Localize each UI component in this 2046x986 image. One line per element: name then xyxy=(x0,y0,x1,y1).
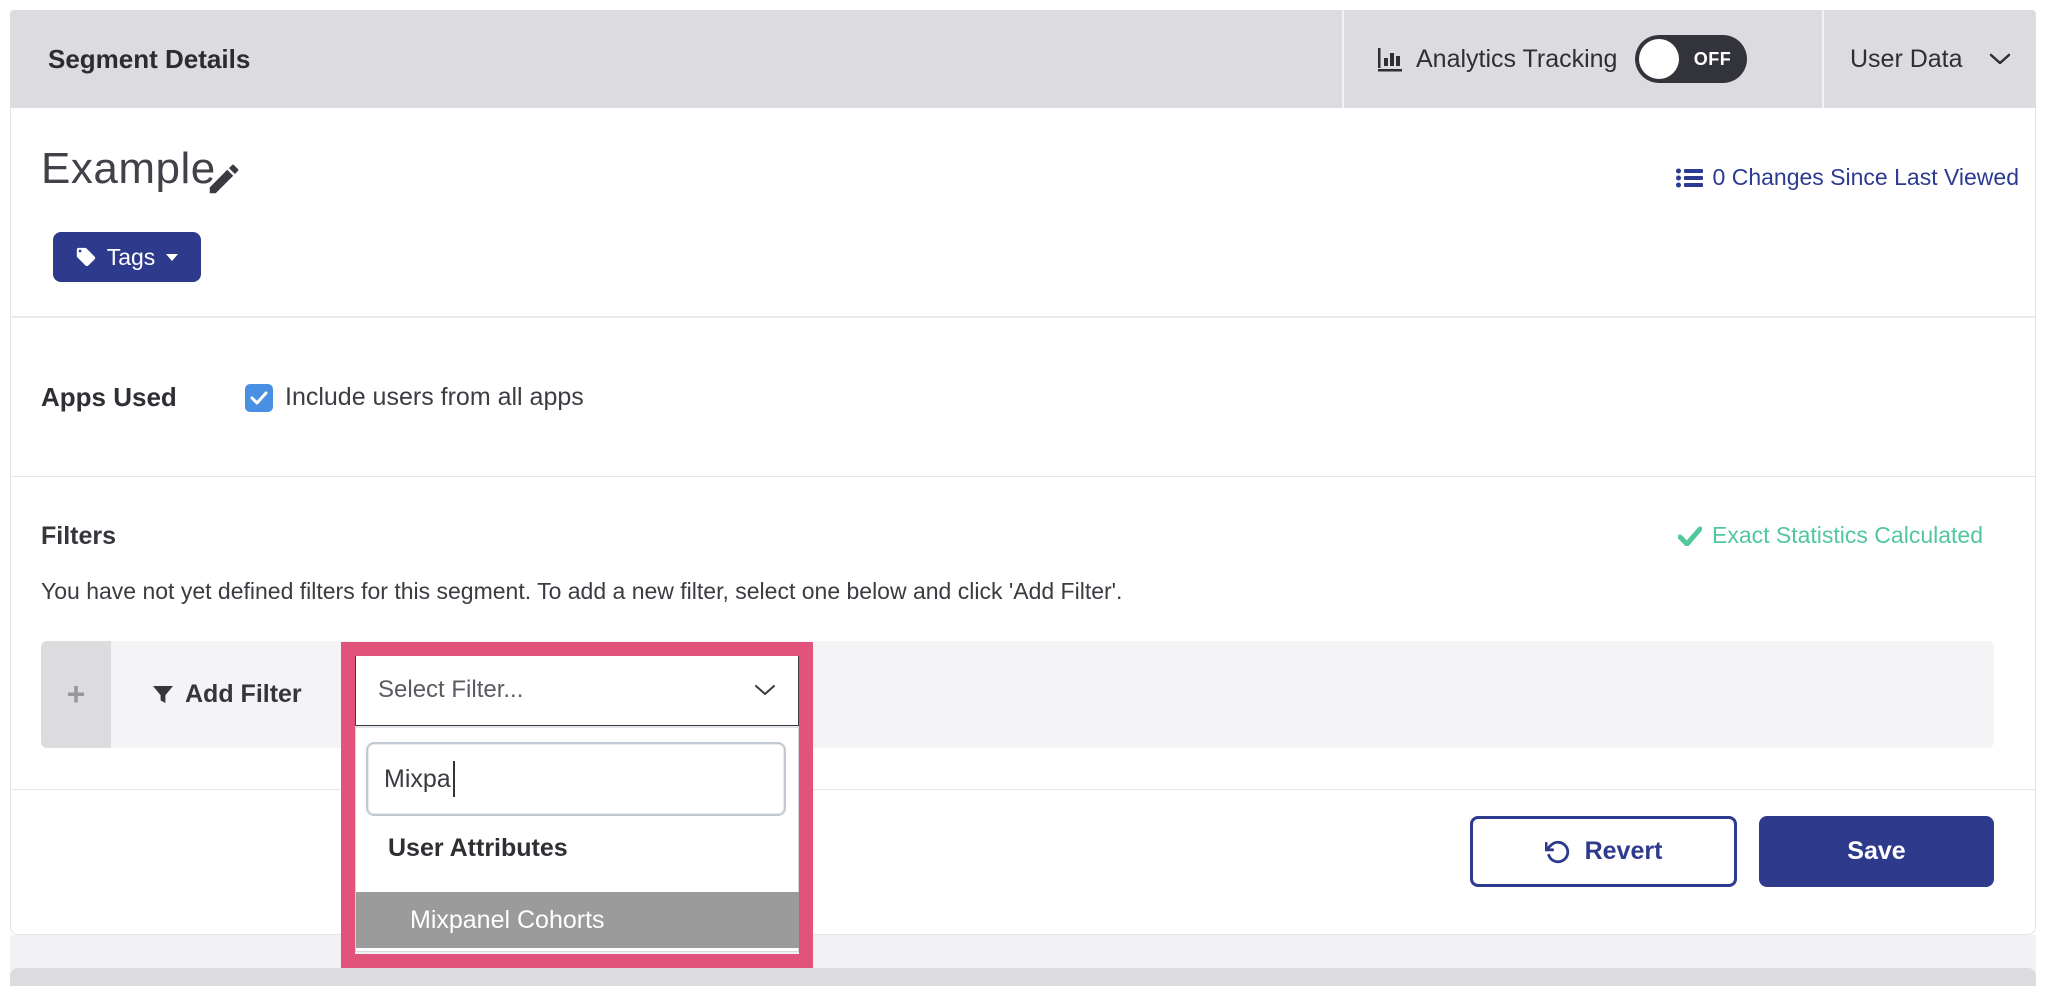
rotate-ccw-icon xyxy=(1545,839,1571,865)
checkmark-icon xyxy=(1678,526,1702,546)
page-title: Segment Details xyxy=(48,10,250,108)
dropdown-option-label: Mixpanel Cohorts xyxy=(410,906,605,935)
revert-button-label: Revert xyxy=(1585,837,1663,866)
chevron-down-icon xyxy=(754,683,776,697)
add-filter-label: Add Filter xyxy=(185,680,302,709)
select-filter-value: Select Filter... xyxy=(378,676,754,704)
tags-button[interactable]: Tags xyxy=(53,232,201,282)
exact-statistics-label: Exact Statistics Calculated xyxy=(1712,522,1983,549)
toggle-state-label: OFF xyxy=(1685,35,1739,83)
funnel-icon xyxy=(151,683,175,707)
header-bar: Segment Details Analytics Tracking OFF U… xyxy=(10,10,2036,108)
filters-empty-message: You have not yet defined filters for thi… xyxy=(41,578,1122,605)
filter-dropdown-panel: Mixpa User Attributes Mixpanel Cohorts xyxy=(355,726,799,952)
changes-link-label: 0 Changes Since Last Viewed xyxy=(1713,164,2019,191)
user-data-dropdown[interactable]: User Data xyxy=(1850,10,2011,108)
select-filter-dropdown[interactable]: Select Filter... xyxy=(355,654,799,726)
bar-chart-icon xyxy=(1374,44,1404,74)
segment-details-card: Example 0 Changes Since Last Viewed xyxy=(10,108,2036,935)
filter-search-input[interactable]: Mixpa xyxy=(366,742,786,816)
analytics-tracking-label: Analytics Tracking xyxy=(1416,45,1617,74)
chevron-down-icon xyxy=(1989,52,2011,66)
apps-used-label: Apps Used xyxy=(41,382,245,413)
segment-name: Example xyxy=(41,144,216,194)
exact-statistics-badge: Exact Statistics Calculated xyxy=(1678,522,1983,549)
user-data-label: User Data xyxy=(1850,45,1963,74)
segment-details-page: Segment Details Analytics Tracking OFF U… xyxy=(0,0,2046,986)
add-filter-label-group: Add Filter xyxy=(151,641,302,748)
apps-used-section: Apps Used Include users from all apps xyxy=(11,320,2035,477)
analytics-tracking-control: Analytics Tracking OFF xyxy=(1374,10,1747,108)
analytics-tracking-toggle[interactable]: OFF xyxy=(1635,35,1747,83)
title-section: Example 0 Changes Since Last Viewed xyxy=(11,108,2035,318)
list-icon xyxy=(1675,166,1703,190)
tags-button-label: Tags xyxy=(107,244,156,271)
caret-down-icon xyxy=(165,253,179,262)
header-divider xyxy=(1342,10,1344,108)
edit-name-button[interactable] xyxy=(205,160,243,198)
tag-icon xyxy=(75,246,97,268)
dropdown-group-header: User Attributes xyxy=(388,834,568,863)
changes-since-last-viewed-link[interactable]: 0 Changes Since Last Viewed xyxy=(1675,164,2019,191)
filters-section: Filters Exact Statistics Calculated You … xyxy=(11,478,2035,790)
text-cursor xyxy=(453,761,455,797)
check-icon xyxy=(250,391,268,405)
pencil-icon xyxy=(205,160,243,198)
toggle-knob xyxy=(1639,39,1679,79)
save-button[interactable]: Save xyxy=(1759,816,1994,887)
footer-actions-section: Revert Save xyxy=(11,790,2035,933)
include-all-apps-checkbox[interactable] xyxy=(245,384,273,412)
header-divider xyxy=(1822,10,1824,108)
revert-button[interactable]: Revert xyxy=(1470,816,1737,887)
add-filter-row: + Add Filter xyxy=(41,641,1994,748)
filters-heading: Filters xyxy=(41,522,116,551)
next-section-header-strip xyxy=(10,968,2036,986)
save-button-label: Save xyxy=(1847,837,1905,866)
dropdown-option-mixpanel-cohorts[interactable]: Mixpanel Cohorts xyxy=(356,892,800,948)
include-all-apps-label: Include users from all apps xyxy=(285,383,584,412)
add-filter-plus-button[interactable]: + xyxy=(41,641,111,748)
filter-search-value: Mixpa xyxy=(384,765,451,794)
apps-used-row: Apps Used Include users from all apps xyxy=(41,382,584,413)
